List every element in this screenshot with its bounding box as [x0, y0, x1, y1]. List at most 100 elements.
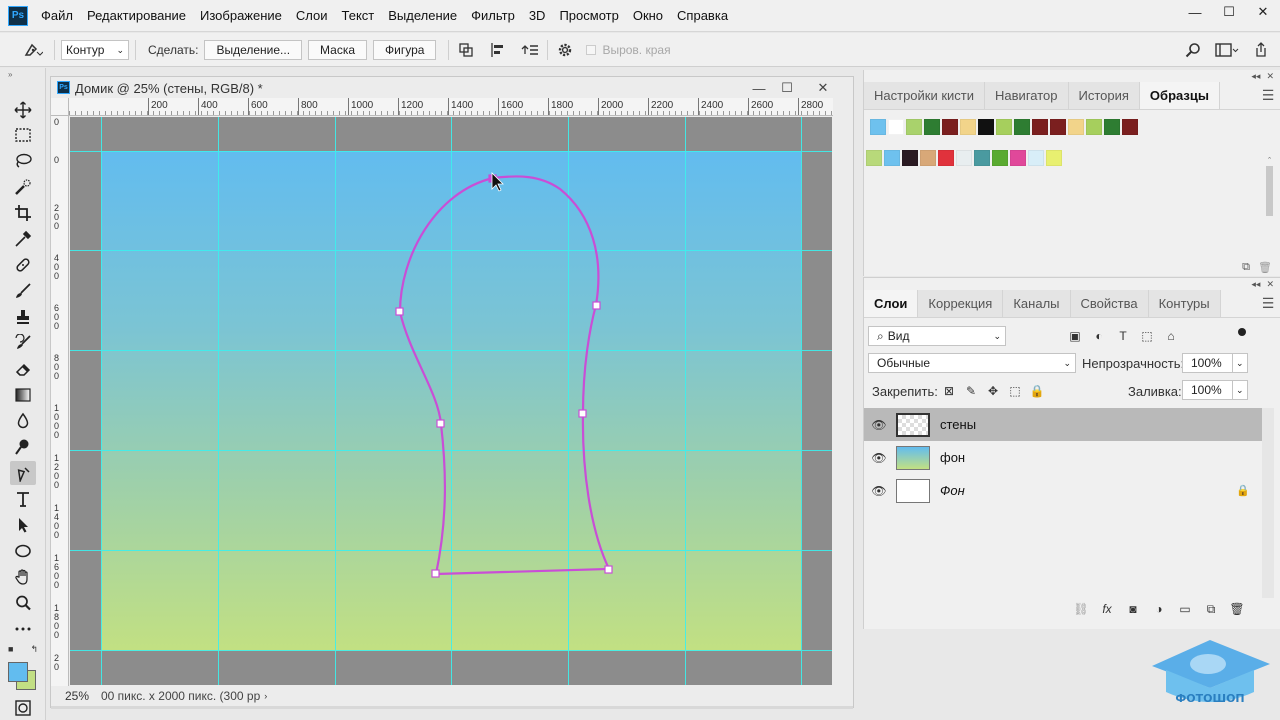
zoom-tool[interactable]	[10, 591, 36, 615]
blur-tool[interactable]	[10, 409, 36, 433]
color-swatch[interactable]	[920, 150, 936, 166]
filter-shape-icon[interactable]: ⬚	[1136, 325, 1158, 347]
color-swatch[interactable]	[960, 119, 976, 135]
tab-swatches[interactable]: Образцы	[1139, 82, 1220, 109]
color-swatch[interactable]	[1050, 119, 1066, 135]
eyedropper-tool[interactable]	[10, 227, 36, 251]
foreground-color-swatch[interactable]	[8, 662, 28, 682]
color-swatch[interactable]	[906, 119, 922, 135]
document-tab[interactable]: Ps Домик @ 25% (стены, RGB/8) * — ☐ ✕	[51, 77, 853, 99]
menu-select[interactable]: Выделение	[381, 0, 464, 32]
layer-filter-select[interactable]: ⌕ Вид ⌄	[868, 326, 1006, 346]
color-swatch[interactable]	[1028, 150, 1044, 166]
workspace-icon[interactable]	[1212, 39, 1242, 61]
color-swatch[interactable]	[978, 119, 994, 135]
new-swatch-icon[interactable]: ⧉	[1242, 261, 1250, 274]
color-swatch[interactable]	[902, 150, 918, 166]
make-selection-button[interactable]: Выделение...	[204, 39, 303, 60]
make-mask-button[interactable]: Маска	[308, 39, 368, 60]
healing-brush-tool[interactable]	[10, 253, 36, 277]
new-layer-icon[interactable]: ⧉	[1200, 598, 1222, 620]
color-swatch[interactable]	[1032, 119, 1048, 135]
lock-image-icon[interactable]: ✎	[960, 380, 982, 402]
color-swatch[interactable]	[866, 150, 882, 166]
close-panel-icon[interactable]: ✕	[1266, 71, 1274, 82]
lock-all-icon[interactable]: 🔒	[1026, 380, 1048, 402]
filter-pixel-icon[interactable]: ▣	[1064, 325, 1086, 347]
color-swatch[interactable]	[974, 150, 990, 166]
menu-type[interactable]: Текст	[335, 0, 382, 32]
menu-help[interactable]: Справка	[670, 0, 735, 32]
chevron-right-icon[interactable]: ›	[264, 691, 267, 701]
tab-paths[interactable]: Контуры	[1148, 290, 1221, 317]
layer-name[interactable]: стены	[940, 417, 976, 432]
quick-selection-tool[interactable]	[10, 175, 36, 199]
tab-properties[interactable]: Свойства	[1070, 290, 1149, 317]
anchor-point[interactable]	[592, 301, 601, 310]
tab-brush-settings[interactable]: Настройки кисти	[864, 82, 986, 109]
new-adjustment-icon[interactable]: ◑	[1148, 598, 1170, 620]
color-swatch[interactable]	[1046, 150, 1062, 166]
collapse-panel-icon[interactable]: ◂◂	[1251, 279, 1260, 290]
ellipse-tool[interactable]	[10, 539, 36, 563]
close-panel-icon[interactable]: ✕	[1266, 279, 1274, 290]
anchor-point[interactable]	[436, 419, 445, 428]
filter-smart-object-icon[interactable]: ⌂	[1160, 325, 1182, 347]
brush-tool[interactable]	[10, 279, 36, 303]
path-operations-icon[interactable]	[455, 39, 477, 61]
quick-mask-button[interactable]	[10, 698, 36, 718]
tab-layers[interactable]: Слои	[864, 290, 919, 317]
color-swatch[interactable]	[884, 150, 900, 166]
horizontal-scrollbar[interactable]	[51, 706, 853, 709]
eye-icon[interactable]: 👁	[864, 418, 894, 432]
gear-icon[interactable]	[554, 39, 576, 61]
layer-style-icon[interactable]: fx	[1096, 598, 1118, 620]
vertical-ruler[interactable]: 0 0 2 0 0 4 0 0 6 0 0 8 0 0 1 0 0 0 1 2 0 0 1 4 …	[51, 116, 69, 686]
lasso-tool[interactable]	[10, 149, 36, 173]
gradient-tool[interactable]	[10, 383, 36, 407]
marquee-tool[interactable]	[10, 123, 36, 147]
crop-tool[interactable]	[10, 201, 36, 225]
path-arrangement-icon[interactable]	[519, 39, 541, 61]
clone-stamp-tool[interactable]	[10, 305, 36, 329]
color-swatch[interactable]	[1010, 150, 1026, 166]
tab-navigator[interactable]: Навигатор	[985, 82, 1069, 109]
color-swatch[interactable]	[942, 119, 958, 135]
minimize-button[interactable]: —	[1178, 0, 1212, 24]
add-mask-icon[interactable]: ◙	[1122, 598, 1144, 620]
swatches-scrollbar[interactable]: ⌃	[1265, 156, 1274, 246]
color-swatch[interactable]	[996, 119, 1012, 135]
menu-layers[interactable]: Слои	[289, 0, 335, 32]
search-icon[interactable]	[1182, 39, 1204, 61]
delete-layer-icon[interactable]: 🗑	[1226, 598, 1248, 620]
make-shape-button[interactable]: Фигура	[373, 39, 437, 60]
work-path[interactable]	[398, 175, 611, 576]
new-group-icon[interactable]: ▭	[1174, 598, 1196, 620]
maximize-button[interactable]: ☐	[1212, 0, 1246, 24]
color-swatch[interactable]	[1104, 119, 1120, 135]
scroll-up-icon[interactable]: ⌃	[1265, 156, 1274, 164]
blend-mode-select[interactable]: Обычные ⌄	[868, 353, 1076, 373]
tab-channels[interactable]: Каналы	[1003, 290, 1071, 317]
swap-colors-icon[interactable]: ↰	[30, 644, 38, 656]
scroll-thumb[interactable]	[1266, 166, 1273, 216]
trash-icon[interactable]: 🗑	[1258, 261, 1272, 274]
align-edges-checkbox[interactable]	[586, 44, 597, 55]
doc-maximize-button[interactable]: ☐	[773, 77, 801, 99]
share-icon[interactable]	[1250, 39, 1272, 61]
pen-tool-preset-icon[interactable]	[18, 39, 48, 61]
panel-menu-icon[interactable]: ☰	[1256, 82, 1280, 109]
path-alignment-icon[interactable]	[487, 39, 509, 61]
eye-icon[interactable]: 👁	[864, 451, 894, 465]
doc-close-button[interactable]: ✕	[809, 77, 837, 99]
default-colors-icon[interactable]: ■	[8, 644, 13, 656]
doc-minimize-button[interactable]: —	[745, 77, 773, 99]
fill-input[interactable]: 100%	[1182, 380, 1234, 400]
color-swatch[interactable]	[888, 119, 904, 135]
tab-adjustments[interactable]: Коррекция	[918, 290, 1004, 317]
opacity-dropdown[interactable]: ⌄	[1232, 353, 1248, 373]
layers-scrollbar[interactable]	[1262, 408, 1274, 598]
color-swatch[interactable]	[956, 150, 972, 166]
move-tool[interactable]	[10, 98, 36, 122]
ruler-origin[interactable]	[51, 98, 69, 116]
